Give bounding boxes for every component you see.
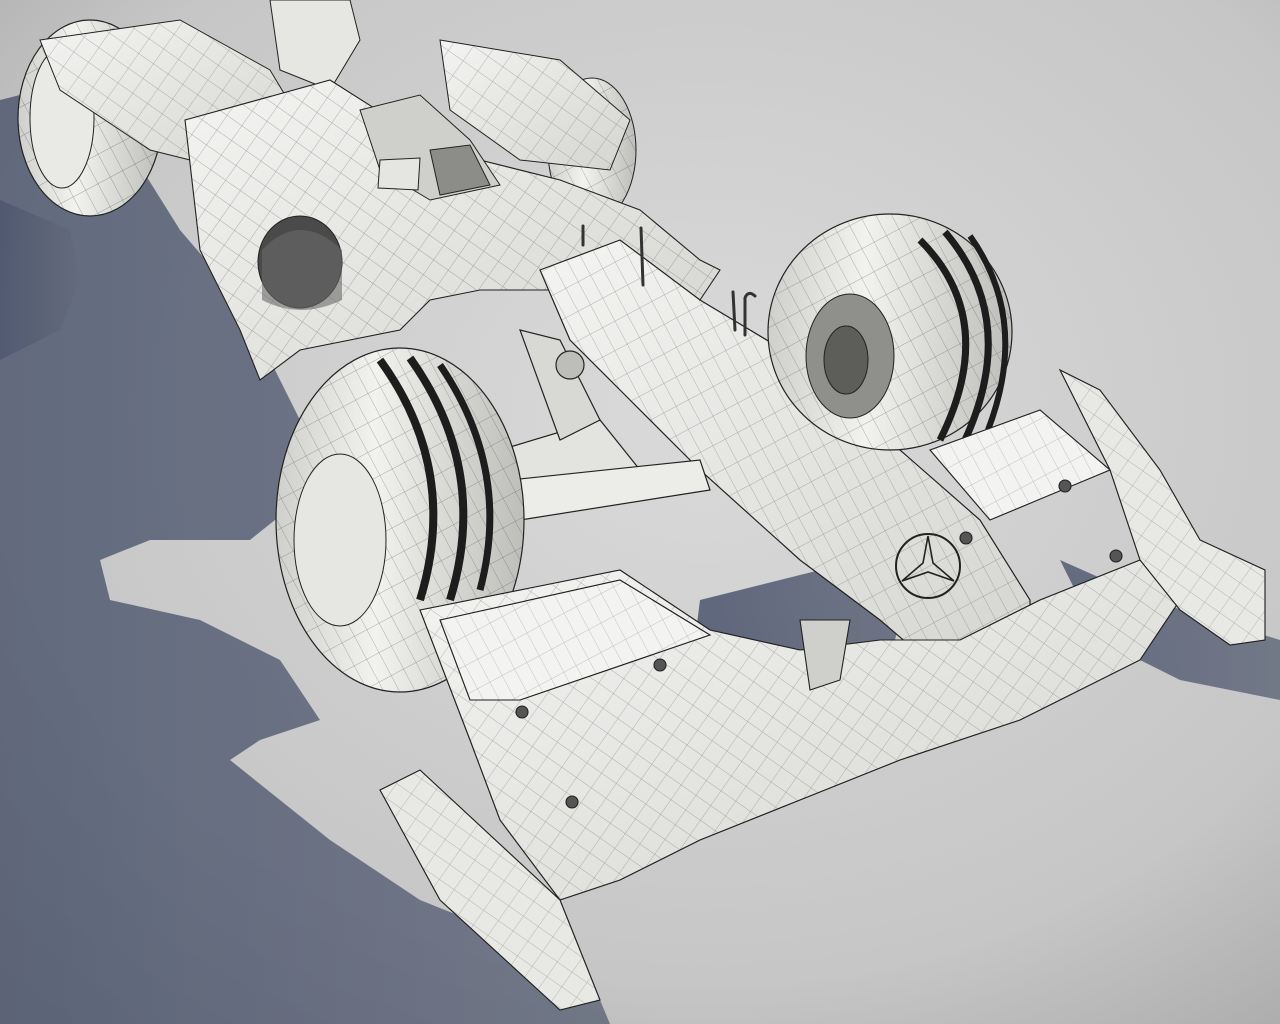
render-scene: [0, 0, 1280, 1024]
front-right-tyre: [767, 213, 1013, 451]
